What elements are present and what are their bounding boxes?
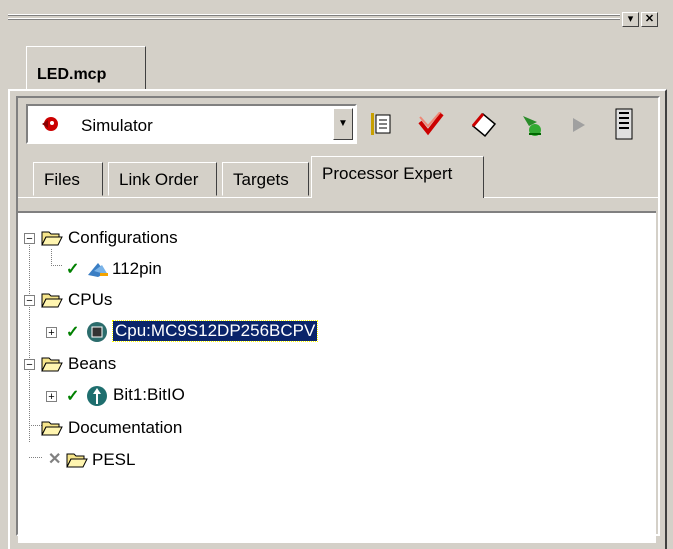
tab-targets-label: Targets xyxy=(233,170,289,189)
doc-tab-led-mcp[interactable]: LED.mcp xyxy=(26,46,146,90)
chevron-down-icon[interactable]: ▼ xyxy=(333,108,353,140)
tab-targets[interactable]: Targets xyxy=(222,162,309,196)
check-icon: ✓ xyxy=(66,261,80,278)
collapse-cpus-button[interactable]: − xyxy=(24,295,35,307)
tab-files-label: Files xyxy=(44,170,80,189)
tree-item-configurations[interactable]: Configurations xyxy=(68,228,178,248)
tree-connector xyxy=(51,265,63,266)
device-icon[interactable] xyxy=(614,108,634,140)
folder-open-icon xyxy=(66,453,88,468)
configuration-icon xyxy=(88,263,108,277)
target-select[interactable]: Simulator ▼ xyxy=(26,104,357,144)
tree-connector xyxy=(29,243,30,443)
collapse-configurations-button[interactable]: − xyxy=(24,233,35,245)
disabled-x-icon: ✕ xyxy=(48,451,62,468)
target-select-value: Simulator xyxy=(81,116,153,135)
tree-item-112pin[interactable]: 112pin xyxy=(112,259,162,279)
tree-connector xyxy=(29,457,43,458)
expand-cpu-button[interactable]: + xyxy=(46,327,57,339)
tree-item-documentation[interactable]: Documentation xyxy=(68,418,182,438)
doc-tab-label: LED.mcp xyxy=(37,66,107,83)
check-icon[interactable] xyxy=(418,112,444,136)
run-icon[interactable] xyxy=(571,116,587,134)
tree-item-cpu[interactable]: Cpu:MC9S12DP256BCPV xyxy=(111,320,319,342)
tree-item-beans[interactable]: Beans xyxy=(68,354,116,374)
chevron-down-icon: ▾ xyxy=(627,13,634,25)
tab-link-order-label: Link Order xyxy=(119,170,199,189)
toolbar-grip-bottom xyxy=(8,18,620,19)
tab-processor-expert-label: Processor Expert xyxy=(322,164,453,183)
check-icon: ✓ xyxy=(66,388,80,405)
check-icon: ✓ xyxy=(66,324,80,341)
settings-icon[interactable] xyxy=(369,111,393,137)
toolbar-grip-top[interactable] xyxy=(8,14,620,15)
folder-open-icon xyxy=(41,293,63,308)
cpu-chip-icon xyxy=(87,322,107,342)
target-icon xyxy=(42,117,58,131)
debug-icon[interactable] xyxy=(519,112,545,138)
tree-item-pesl[interactable]: PESL xyxy=(92,450,135,470)
close-icon: ✕ xyxy=(644,13,655,25)
collapse-beans-button[interactable]: − xyxy=(24,359,35,371)
tree-item-bit1[interactable]: Bit1:BitIO xyxy=(113,385,185,405)
tab-processor-expert[interactable]: Processor Expert xyxy=(311,156,484,198)
project-tree[interactable]: − Configurations ✓ 112pin − CPUs + ✓ Cpu… xyxy=(18,211,656,543)
dropdown-button[interactable]: ▾ xyxy=(622,12,639,27)
tab-link-order[interactable]: Link Order xyxy=(108,162,217,196)
bean-io-icon xyxy=(87,386,107,406)
tree-item-cpus[interactable]: CPUs xyxy=(68,290,112,310)
folder-open-icon xyxy=(41,357,63,372)
tab-files[interactable]: Files xyxy=(33,162,103,196)
erase-icon[interactable] xyxy=(469,110,497,138)
close-button[interactable]: ✕ xyxy=(641,12,658,27)
tree-connector xyxy=(51,249,52,265)
folder-open-icon xyxy=(41,231,63,246)
expand-bit1-button[interactable]: + xyxy=(46,391,57,403)
folder-open-icon xyxy=(41,421,63,436)
